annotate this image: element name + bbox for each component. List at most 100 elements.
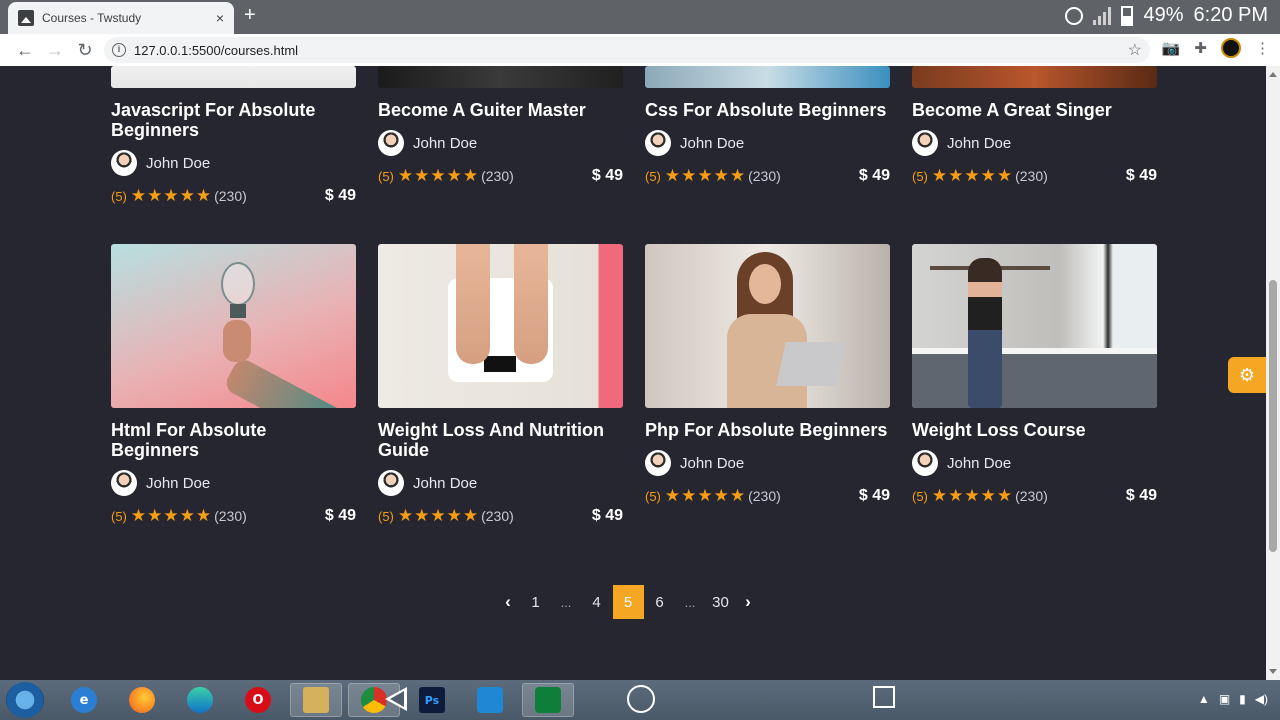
course-thumbnail[interactable]	[645, 66, 890, 88]
bookmark-star-icon[interactable]: ☆	[1128, 40, 1142, 60]
course-card[interactable]: Become A Great Singer John Doe (5) ★★★★★…	[912, 66, 1157, 186]
course-card[interactable]: Php For Absolute Beginners John Doe (5) …	[645, 244, 890, 506]
review-count: (230)	[214, 188, 247, 204]
start-button[interactable]	[6, 682, 44, 718]
address-bar[interactable]: i 127.0.0.1:5500/courses.html ☆	[104, 37, 1150, 63]
url-text[interactable]: 127.0.0.1:5500/courses.html	[134, 43, 1128, 58]
course-card[interactable]: Weight Loss Course John Doe (5) ★★★★★ (2…	[912, 244, 1157, 506]
page-link-current[interactable]: 5	[612, 585, 644, 619]
page-link-6[interactable]: 6	[645, 585, 675, 619]
profile-avatar[interactable]	[1221, 38, 1241, 58]
scroll-up-icon[interactable]	[1269, 72, 1277, 77]
star-rating-icon: ★★★★★	[931, 166, 1014, 185]
vscode-icon[interactable]	[464, 683, 516, 717]
photoshop-icon[interactable]: Ps	[406, 683, 458, 717]
rating-value: (5)	[111, 508, 127, 524]
author-name: John Doe	[947, 134, 1012, 152]
author-avatar	[645, 450, 671, 476]
course-thumbnail[interactable]	[378, 66, 623, 88]
star-rating-icon: ★★★★★	[130, 506, 213, 525]
camtasia-icon[interactable]	[522, 683, 574, 717]
course-title[interactable]: Javascript For Absolute Beginners	[111, 100, 356, 140]
rating-value: (5)	[912, 168, 928, 184]
course-price: $ 49	[324, 507, 356, 524]
scrollbar-thumb[interactable]	[1269, 280, 1277, 552]
settings-gear-icon[interactable]: ⚙	[1228, 357, 1266, 393]
forward-button[interactable]: →	[40, 36, 70, 64]
course-thumbnail[interactable]	[111, 66, 356, 88]
review-count: (230)	[748, 168, 781, 184]
star-rating-icon: ★★★★★	[397, 166, 480, 185]
tab-courses[interactable]: Courses - Twstudy ×	[8, 2, 234, 34]
course-author: John Doe	[378, 130, 623, 156]
android-home-icon[interactable]	[627, 685, 655, 713]
site-info-icon[interactable]: i	[112, 43, 126, 57]
new-tab-button[interactable]: +	[244, 4, 256, 27]
author-name: John Doe	[413, 474, 478, 492]
volume-icon[interactable]: ◀)	[1255, 692, 1268, 706]
author-name: John Doe	[680, 454, 745, 472]
browser-menu-icon[interactable]: ⋮	[1255, 39, 1270, 57]
course-thumbnail[interactable]	[912, 66, 1157, 88]
power-icon[interactable]: ▮	[1239, 692, 1246, 706]
browser-toolbar: ← → ↻ i 127.0.0.1:5500/courses.html ☆ 📷 …	[0, 34, 1280, 66]
course-title[interactable]: Html For Absolute Beginners	[111, 420, 356, 460]
course-thumbnail[interactable]	[378, 244, 623, 408]
tray-arrow-icon[interactable]: ▲	[1198, 692, 1210, 706]
course-card[interactable]: Css For Absolute Beginners John Doe (5) …	[645, 66, 890, 186]
android-recents-icon[interactable]	[873, 686, 895, 708]
camera-icon[interactable]: 📷	[1162, 39, 1181, 57]
browser-tab-bar: Courses - Twstudy × + 49% 6:20 PM	[0, 0, 1280, 34]
network-icon[interactable]: ▣	[1219, 692, 1230, 706]
course-title[interactable]: Php For Absolute Beginners	[645, 420, 890, 440]
close-tab-icon[interactable]: ×	[216, 10, 224, 26]
back-button[interactable]: ←	[10, 36, 40, 64]
course-meta: (5) ★★★★★ (230) $ 49	[111, 506, 356, 526]
firefox-icon[interactable]	[116, 683, 168, 717]
course-thumbnail[interactable]	[645, 244, 890, 408]
course-author: John Doe	[645, 450, 890, 476]
course-card[interactable]: Become A Guiter Master John Doe (5) ★★★★…	[378, 66, 623, 186]
page-link-30[interactable]: 30	[706, 585, 736, 619]
page-link-1[interactable]: 1	[521, 585, 551, 619]
pagination-next-icon[interactable]: ›	[736, 585, 760, 619]
pagination-prev-icon[interactable]: ‹	[496, 585, 520, 619]
course-meta: (5) ★★★★★ (230) $ 49	[378, 506, 623, 526]
author-avatar	[645, 130, 671, 156]
course-author: John Doe	[645, 130, 890, 156]
author-avatar	[111, 150, 137, 176]
extensions-icon[interactable]: ✚	[1194, 39, 1207, 57]
course-title[interactable]: Become A Guiter Master	[378, 100, 623, 120]
course-author: John Doe	[378, 470, 623, 496]
rating-value: (5)	[378, 508, 394, 524]
page-scrollbar[interactable]	[1266, 66, 1280, 680]
file-explorer-icon[interactable]	[290, 683, 342, 717]
star-rating-icon: ★★★★★	[397, 506, 480, 525]
internet-explorer-icon[interactable]: e	[58, 683, 110, 717]
course-title[interactable]: Weight Loss And Nutrition Guide	[378, 420, 623, 460]
edge-icon[interactable]	[174, 683, 226, 717]
course-card[interactable]: Javascript For Absolute Beginners John D…	[111, 66, 356, 206]
course-card[interactable]: Html For Absolute Beginners John Doe (5)…	[111, 244, 356, 526]
review-count: (230)	[481, 168, 514, 184]
course-thumbnail[interactable]	[111, 244, 356, 408]
course-thumbnail[interactable]	[912, 244, 1157, 408]
scroll-down-icon[interactable]	[1269, 669, 1277, 674]
android-back-icon[interactable]	[385, 687, 407, 711]
opera-icon[interactable]: O	[232, 683, 284, 717]
review-count: (230)	[748, 488, 781, 504]
review-count: (230)	[481, 508, 514, 524]
page-ellipsis: ...	[684, 594, 696, 610]
course-card[interactable]: Weight Loss And Nutrition Guide John Doe…	[378, 244, 623, 526]
course-price: $ 49	[591, 167, 623, 184]
reload-button[interactable]: ↻	[70, 36, 100, 64]
battery-icon	[1121, 5, 1134, 26]
course-price: $ 49	[1125, 487, 1157, 504]
status-bar: 49% 6:20 PM	[1065, 4, 1268, 27]
course-title[interactable]: Weight Loss Course	[912, 420, 1157, 440]
course-title[interactable]: Css For Absolute Beginners	[645, 100, 890, 120]
course-title[interactable]: Become A Great Singer	[912, 100, 1157, 120]
course-meta: (5) ★★★★★ (230) $ 49	[912, 486, 1157, 506]
tab-title: Courses - Twstudy	[42, 11, 142, 25]
page-link-4[interactable]: 4	[582, 585, 612, 619]
